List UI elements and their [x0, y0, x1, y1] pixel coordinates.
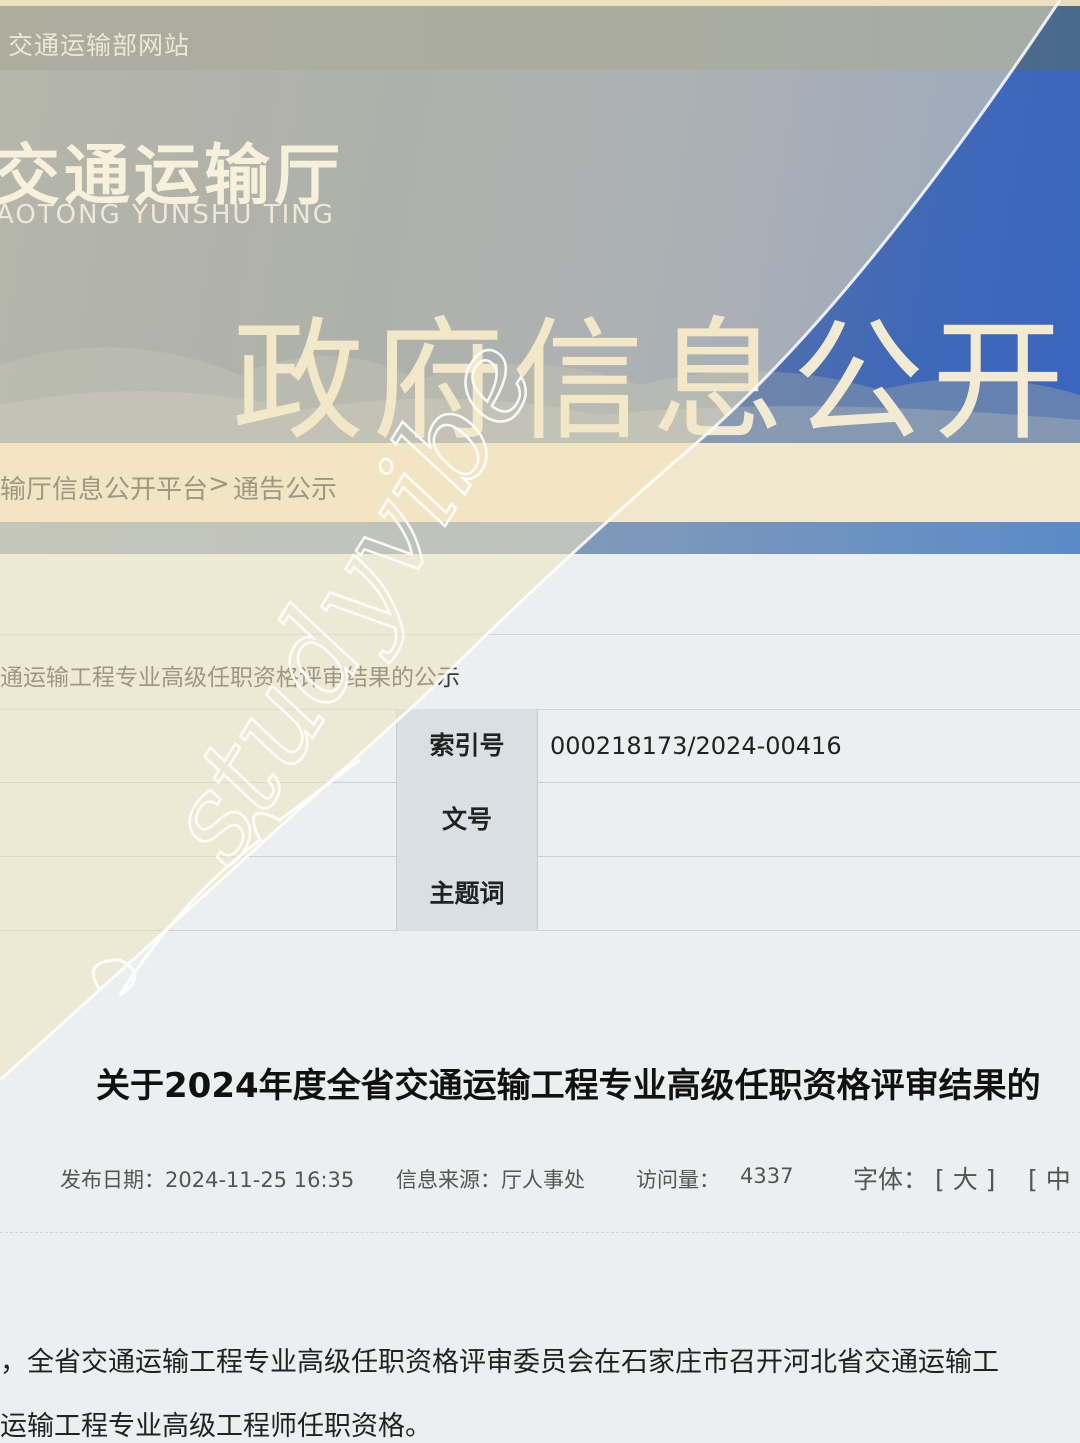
table-row: 文号 — [0, 783, 1080, 857]
color-band — [0, 522, 1080, 554]
table-row: 主题词 — [0, 857, 1080, 931]
font-size-label: 字体： — [853, 1165, 929, 1194]
table-row: 索引号 000218173/2024-00416 — [0, 709, 1080, 783]
body-paragraph: 运输工程专业高级工程师任职资格。 — [0, 1411, 432, 1442]
row-label: 主题词 — [396, 857, 538, 931]
row-value: 000218173/2024-00416 — [550, 732, 842, 760]
breadcrumb-root[interactable]: 输厅信息公开平台 — [0, 469, 208, 506]
font-medium-button[interactable]: [ 中 ] — [1028, 1160, 1080, 1196]
header-banner: 交通运输厅 AOTONG YUNSHU TING 政府信息公开 — [0, 70, 1080, 445]
body-paragraph: ，全省交通运输工程专业高级任职资格评审委员会在石家庄市召开河北省交通运输工 — [0, 1347, 999, 1378]
publish-date: 发布日期：2024-11-25 16:35 — [60, 1168, 355, 1192]
row-label: 文号 — [396, 783, 538, 857]
divider — [0, 1232, 1080, 1233]
department-pinyin: AOTONG YUNSHU TING — [0, 200, 335, 230]
breadcrumb-current[interactable]: 通告公示 — [233, 469, 337, 506]
visits-count: 4337 — [740, 1164, 794, 1188]
font-large-button[interactable]: [ 大 ] — [935, 1160, 995, 1196]
list-title: 通运输工程专业高级任职资格评审结果的公示 — [0, 665, 460, 691]
banner-headline: 政府信息公开 — [232, 305, 1072, 445]
breadcrumb-separator: > — [208, 469, 230, 499]
info-source: 信息来源：厅人事处 — [396, 1168, 585, 1192]
visits-label: 访问量： — [636, 1168, 720, 1192]
ministry-site-link[interactable]: 交通运输部网站 — [8, 26, 190, 62]
article-title: 关于2024年度全省交通运输工程专业高级任职资格评审结果的 — [96, 1066, 1041, 1106]
row-label: 索引号 — [396, 709, 538, 783]
top-bar: 交通运输部网站 — [0, 0, 1080, 70]
divider — [0, 634, 1080, 635]
breadcrumb: 输厅信息公开平台 > 通告公示 — [0, 443, 1080, 525]
